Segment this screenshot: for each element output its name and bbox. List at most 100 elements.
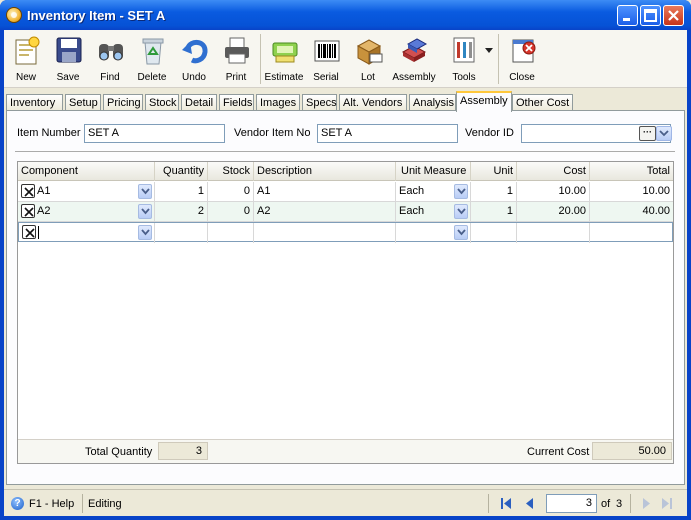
description-cell[interactable]: A1 xyxy=(254,182,396,202)
first-record-icon[interactable] xyxy=(499,496,513,511)
next-record-icon[interactable] xyxy=(639,496,653,511)
estimate-button[interactable]: Estimate xyxy=(264,32,304,86)
lot-boxes-icon xyxy=(356,39,383,65)
new-row[interactable] xyxy=(18,222,673,243)
window: Inventory Item - SET A New Save Find Del… xyxy=(0,0,691,520)
find-button[interactable]: Find xyxy=(90,32,130,86)
status-bar: ? F1 - Help Editing 3 of 3 xyxy=(4,489,687,516)
binoculars-icon xyxy=(99,44,123,61)
assembly-label: Assembly xyxy=(392,72,436,83)
unit-cell[interactable]: 1 xyxy=(471,202,517,222)
cost-cell[interactable] xyxy=(517,223,590,243)
unit-cell[interactable]: 1 xyxy=(471,182,517,202)
quantity-cell[interactable] xyxy=(155,223,208,243)
tools-dropdown-arrow-icon[interactable] xyxy=(485,48,493,54)
assembly-button[interactable]: Assembly xyxy=(392,32,436,86)
record-number-input[interactable]: 3 xyxy=(546,494,597,513)
col-unit-measure[interactable]: Unit Measure xyxy=(396,162,471,181)
chevron-down-icon xyxy=(141,229,150,236)
chevron-down-icon xyxy=(141,188,150,195)
delete-row-button[interactable] xyxy=(21,204,35,218)
col-stock[interactable]: Stock xyxy=(208,162,254,181)
printer-icon xyxy=(225,37,249,64)
item-number-field[interactable]: SET A xyxy=(84,124,225,143)
col-component[interactable]: Component xyxy=(18,162,155,181)
minimize-button[interactable] xyxy=(617,5,638,26)
vendor-item-no-field[interactable]: SET A xyxy=(317,124,458,143)
unit-measure-cell[interactable]: Each xyxy=(396,202,471,222)
component-dropdown[interactable] xyxy=(138,184,152,199)
tab-alt-vendors[interactable]: Alt. Vendors xyxy=(339,94,407,111)
component-dropdown[interactable] xyxy=(138,204,152,219)
mode-text: Editing xyxy=(88,498,122,510)
unit-measure-cell[interactable]: Each xyxy=(396,182,471,202)
description-cell[interactable] xyxy=(254,223,396,243)
tab-detail[interactable]: Detail xyxy=(181,94,217,111)
tab-pricing[interactable]: Pricing xyxy=(103,94,143,111)
tools-label: Tools xyxy=(452,72,476,83)
cost-cell[interactable]: 20.00 xyxy=(517,202,590,222)
close-window-button[interactable] xyxy=(663,5,684,26)
print-button[interactable]: Print xyxy=(216,32,256,86)
tab-analysis[interactable]: Analysis xyxy=(409,94,456,111)
tab-images[interactable]: Images xyxy=(256,94,300,111)
col-description[interactable]: Description xyxy=(254,162,396,181)
previous-record-icon[interactable] xyxy=(523,496,537,511)
save-disk-icon xyxy=(56,37,82,63)
col-cost[interactable]: Cost xyxy=(517,162,590,181)
vendor-id-dropdown[interactable] xyxy=(656,126,672,141)
serial-button[interactable]: Serial xyxy=(306,32,346,86)
description-cell[interactable]: A2 xyxy=(254,202,396,222)
chevron-down-icon xyxy=(457,229,466,236)
chevron-down-icon xyxy=(457,188,466,195)
unit-measure-cell[interactable] xyxy=(396,223,471,243)
tab-stock[interactable]: Stock xyxy=(145,94,179,111)
tab-assembly[interactable]: Assembly xyxy=(456,91,512,112)
delete-button[interactable]: Delete xyxy=(132,32,172,86)
stock-cell: 0 xyxy=(208,202,254,222)
delete-row-button[interactable] xyxy=(22,225,36,239)
quantity-cell[interactable]: 1 xyxy=(155,182,208,202)
tools-button[interactable]: Tools xyxy=(444,32,484,86)
tab-other-cost[interactable]: Other Cost xyxy=(512,94,573,111)
component-cell[interactable] xyxy=(19,223,155,243)
tab-inventory[interactable]: Inventory xyxy=(6,94,63,111)
col-unit[interactable]: Unit xyxy=(471,162,517,181)
help-text[interactable]: F1 - Help xyxy=(29,498,74,510)
x-icon xyxy=(24,207,34,217)
cost-cell[interactable]: 10.00 xyxy=(517,182,590,202)
table-row[interactable]: A2 2 0 A2 Each 1 20.00 40.00 xyxy=(18,202,673,222)
item-number-label: Item Number xyxy=(17,127,81,139)
new-button[interactable]: New xyxy=(6,32,46,86)
quantity-cell[interactable]: 2 xyxy=(155,202,208,222)
x-icon xyxy=(25,228,35,238)
close-label: Close xyxy=(509,72,535,83)
component-cell[interactable]: A2 xyxy=(18,202,155,222)
table-row[interactable]: A1 1 0 A1 Each 1 10.00 10.00 xyxy=(18,182,673,202)
col-total[interactable]: Total xyxy=(590,162,673,181)
delete-row-button[interactable] xyxy=(21,184,35,198)
lot-button[interactable]: Lot xyxy=(348,32,388,86)
unit-measure-dropdown[interactable] xyxy=(454,225,468,240)
unit-measure-dropdown[interactable] xyxy=(454,204,468,219)
col-quantity[interactable]: Quantity xyxy=(155,162,208,181)
tab-setup[interactable]: Setup xyxy=(65,94,101,111)
maximize-button[interactable] xyxy=(640,5,661,26)
component-cell[interactable]: A1 xyxy=(18,182,155,202)
x-icon xyxy=(24,187,34,197)
tab-fields[interactable]: Fields xyxy=(219,94,254,111)
save-button[interactable]: Save xyxy=(48,32,88,86)
undo-button[interactable]: Undo xyxy=(174,32,214,86)
component-dropdown[interactable] xyxy=(138,225,152,240)
stock-cell xyxy=(208,223,254,243)
vendor-lookup-button[interactable]: ··· xyxy=(639,126,656,141)
title-bar[interactable]: Inventory Item - SET A xyxy=(0,0,691,30)
lot-label: Lot xyxy=(361,72,375,83)
unit-cell[interactable] xyxy=(471,223,517,243)
unit-measure-dropdown[interactable] xyxy=(454,184,468,199)
component-value: A1 xyxy=(37,185,51,197)
last-record-icon[interactable] xyxy=(660,496,674,511)
tab-specs[interactable]: Specs xyxy=(302,94,337,111)
close-button[interactable]: Close xyxy=(502,32,542,86)
help-icon[interactable]: ? xyxy=(11,497,24,510)
